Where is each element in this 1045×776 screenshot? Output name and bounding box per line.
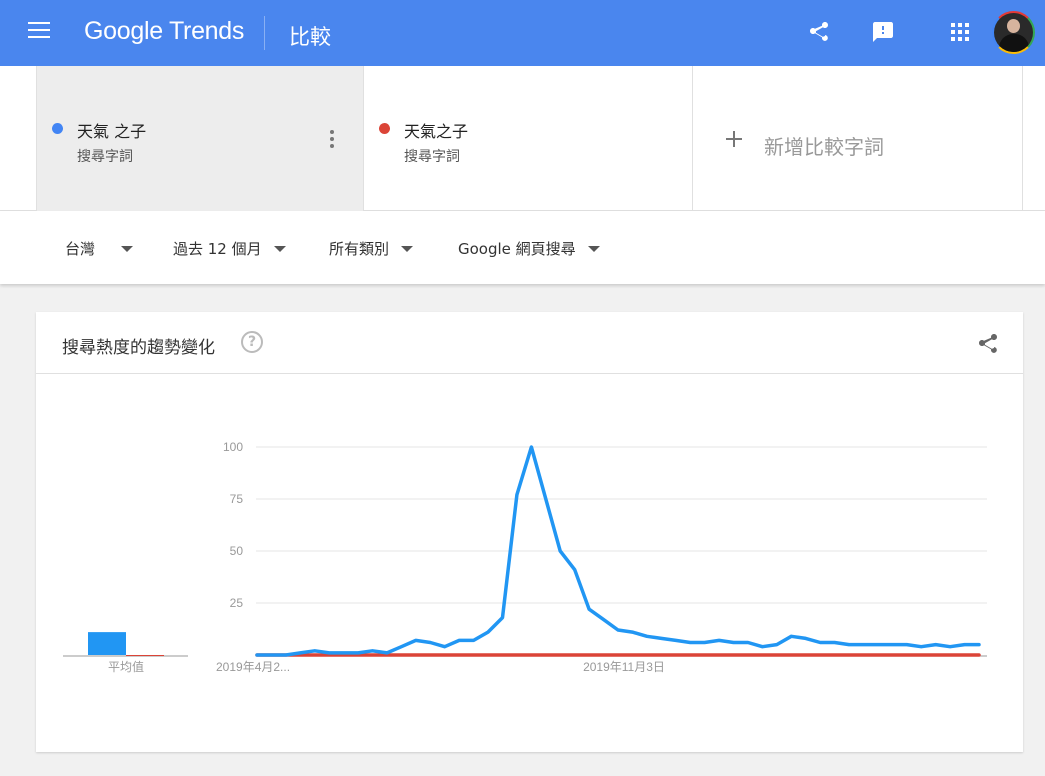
add-term-input[interactable]: 新增比較字詞 (764, 131, 884, 160)
plus-icon (726, 131, 742, 147)
feedback-icon[interactable] (868, 17, 898, 47)
menu-icon[interactable] (28, 22, 50, 42)
avatar-face (1007, 19, 1020, 33)
average-bar (126, 655, 164, 656)
search-type-filter-label: Google 網頁搜尋 (458, 240, 576, 258)
y-tick-label: 50 (230, 544, 244, 558)
search-type-filter[interactable]: Google 網頁搜尋 (458, 238, 600, 259)
app-bar: Google Trends 比較 (0, 0, 1045, 66)
page-title: 比較 (289, 25, 331, 49)
share-icon[interactable] (804, 17, 834, 47)
more-options-icon[interactable] (330, 130, 336, 151)
avatar-body (999, 34, 1029, 52)
category-filter-label: 所有類別 (329, 240, 390, 258)
region-filter[interactable]: 台灣 (65, 238, 134, 259)
time-filter-label: 過去 12 個月 (173, 240, 262, 258)
apps-icon[interactable] (945, 17, 975, 47)
category-filter[interactable]: 所有類別 (329, 238, 414, 259)
chevron-down-icon (587, 245, 600, 252)
avatar[interactable] (992, 11, 1035, 54)
term-1-name[interactable]: 天氣 之子 (77, 118, 146, 142)
app-bar-divider (264, 16, 265, 50)
average-bar (88, 632, 126, 655)
term-2-name[interactable]: 天氣之子 (404, 118, 468, 142)
chevron-down-icon (121, 245, 134, 252)
interest-chart[interactable]: 25 50 75 100 2019年4月2... 2019年11月3日 平均值 (36, 312, 1023, 752)
term-card-1[interactable]: 天氣 之子 搜尋字詞 (36, 66, 364, 211)
chevron-down-icon (401, 245, 414, 252)
interest-over-time-card: 搜尋熱度的趨勢變化 ? 25 50 75 100 2019年4月2... 2019年11月… (36, 312, 1023, 752)
add-term-card[interactable]: 新增比較字詞 (693, 66, 1023, 211)
compare-terms-bar: 天氣 之子 搜尋字詞 天氣之子 搜尋字詞 新增比較字詞 (0, 66, 1045, 211)
google-trends-logo[interactable]: Google Trends (84, 17, 244, 46)
x-tick-label: 2019年4月2... (216, 660, 290, 674)
filter-bar: 台灣 過去 12 個月 所有類別 Google 網頁搜尋 (0, 211, 1045, 284)
average-label: 平均值 (108, 659, 144, 674)
y-tick-label: 100 (223, 440, 243, 454)
y-tick-label: 75 (230, 492, 244, 506)
chevron-down-icon (273, 245, 286, 252)
term-1-color-dot (52, 123, 63, 134)
term-card-2[interactable]: 天氣之子 搜尋字詞 (364, 66, 693, 211)
y-tick-label: 25 (230, 596, 244, 610)
time-filter[interactable]: 過去 12 個月 (173, 238, 286, 259)
region-filter-label: 台灣 (65, 240, 96, 258)
term-2-color-dot (379, 123, 390, 134)
term-1-subtitle: 搜尋字詞 (77, 149, 133, 165)
x-tick-label: 2019年11月3日 (583, 660, 665, 674)
term-2-subtitle: 搜尋字詞 (404, 149, 460, 165)
